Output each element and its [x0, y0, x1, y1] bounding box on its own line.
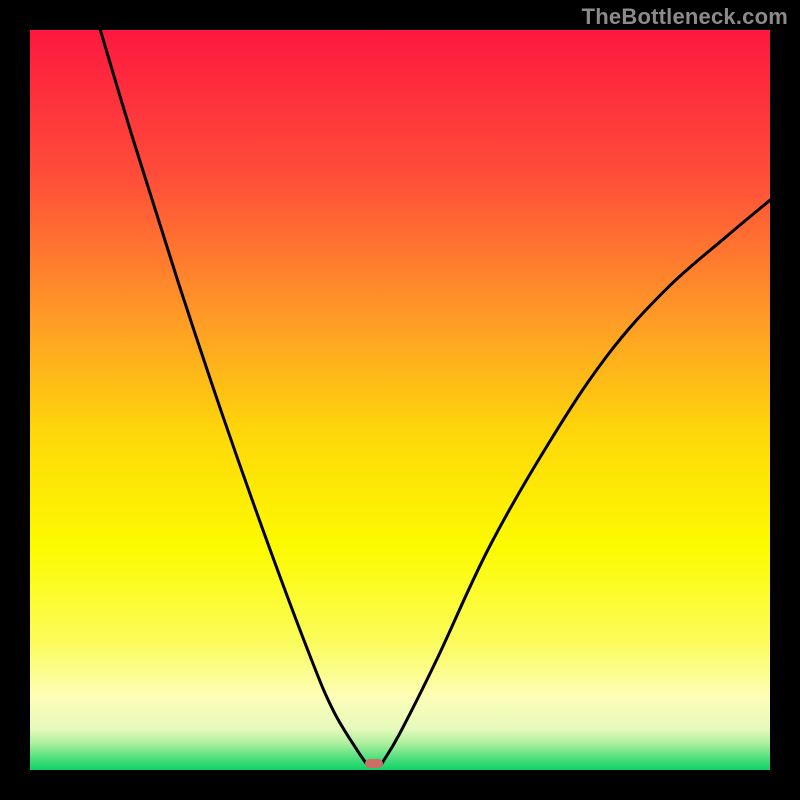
curve-left-branch — [100, 30, 366, 764]
watermark-label: TheBottleneck.com — [582, 4, 788, 30]
optimum-marker — [365, 759, 384, 769]
chart-frame: TheBottleneck.com — [0, 0, 800, 800]
bottleneck-curve — [30, 30, 770, 770]
curve-right-branch — [382, 200, 771, 764]
plot-area — [30, 30, 770, 770]
